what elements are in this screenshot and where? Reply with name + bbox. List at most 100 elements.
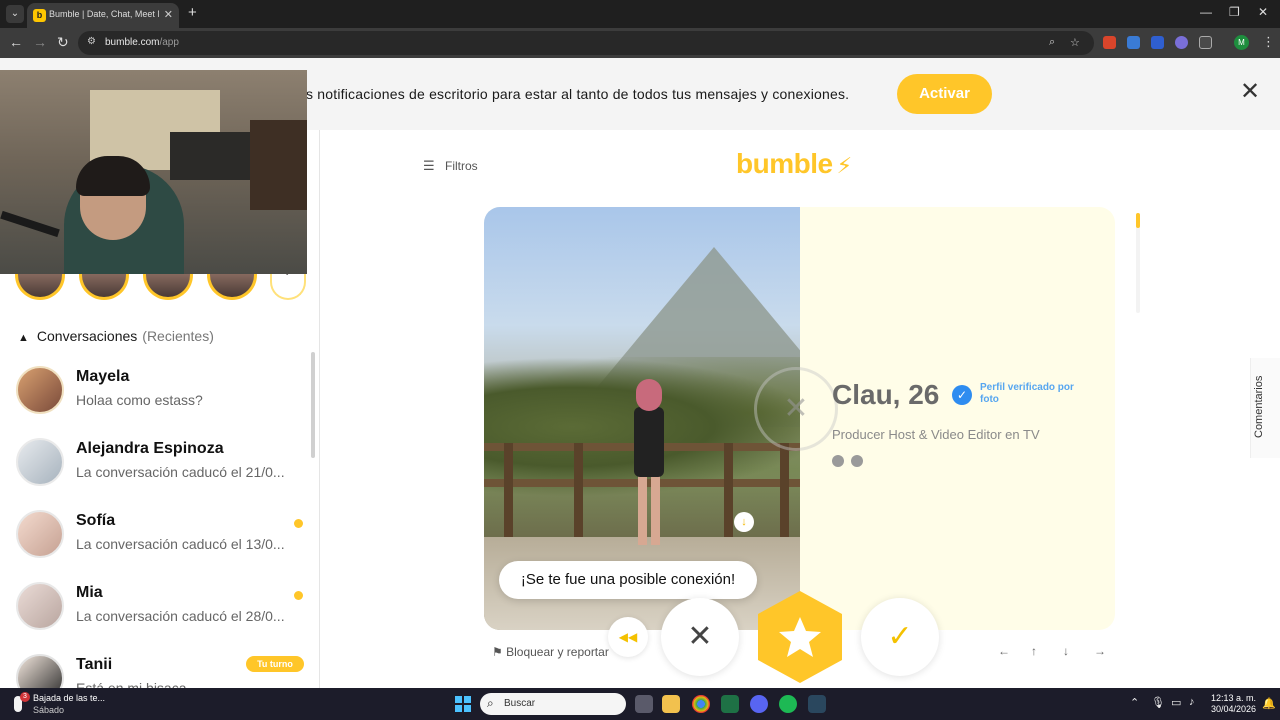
filters-button[interactable]: ☰ Filtros <box>423 158 478 174</box>
back-icon[interactable]: ← <box>9 34 23 50</box>
volume-icon[interactable]: ♪ <box>1189 696 1195 708</box>
conversations-header[interactable]: ▲ Conversaciones (Recientes) <box>18 328 214 344</box>
profile-info: Clau, 26 ✓ Perfil verificado por foto Pr… <box>832 379 1074 467</box>
minimize-icon[interactable]: — <box>1200 5 1212 19</box>
conversation-name: Sofía <box>76 512 116 529</box>
task-view-icon[interactable] <box>635 695 653 713</box>
extension-purple-icon[interactable] <box>1175 36 1188 49</box>
verified-label: Perfil verificado por foto <box>980 382 1074 405</box>
rewind-button[interactable]: ◀◀ <box>608 617 648 657</box>
weather-badge: 3 <box>20 692 30 702</box>
tab-title: Bumble | Date, Chat, Meet New <box>49 9 159 19</box>
tab-list-button[interactable]: ⌄ <box>6 5 24 23</box>
reload-icon[interactable]: ↻ <box>57 34 69 51</box>
url-path: /app <box>159 37 179 48</box>
notifications-bell-icon[interactable]: 🔔 <box>1262 697 1276 710</box>
webcam-overlay <box>0 70 307 274</box>
key-down-hint: ↓ <box>1063 644 1069 658</box>
conversation-item[interactable]: Mayela Holaa como estass? <box>0 366 319 438</box>
pass-button[interactable]: ✕ <box>661 598 739 676</box>
steam-icon[interactable] <box>808 695 826 713</box>
taskbar-clock[interactable]: 12:13 a. m. 30/04/2026 <box>1208 693 1256 715</box>
forward-icon[interactable]: → <box>33 34 47 50</box>
file-explorer-icon[interactable] <box>662 695 680 713</box>
conversations-filter: (Recientes) <box>142 328 214 344</box>
bookmark-star-icon[interactable]: ☆ <box>1070 36 1080 49</box>
tray-chevron-icon[interactable]: ⌃ <box>1130 696 1139 709</box>
spotify-icon <box>851 455 863 467</box>
conversation-message: La conversación caducó el 21/0... <box>76 464 285 480</box>
photo-person-body <box>634 407 664 477</box>
address-bar[interactable]: ⚙ bumble.com/app ⌕ ☆ <box>78 31 1094 55</box>
screen: ⌄ b Bumble | Date, Chat, Meet New ✕ + — … <box>0 0 1280 720</box>
your-turn-badge: Tu turno <box>246 656 304 672</box>
avatar <box>16 366 64 414</box>
avatar <box>16 654 64 688</box>
windows-start-icon[interactable] <box>455 696 471 712</box>
enable-notifications-button[interactable]: Activar <box>897 74 992 114</box>
network-icon[interactable]: ▭ <box>1171 696 1181 709</box>
search-icon: ⌕ <box>487 696 494 710</box>
extension-red-icon[interactable] <box>1103 36 1116 49</box>
conversation-name: Mayela <box>76 368 130 385</box>
sidebar-scrollbar[interactable] <box>311 352 315 458</box>
extension-translate-icon[interactable] <box>1127 36 1140 49</box>
quote-icon <box>832 455 844 467</box>
unread-dot <box>294 519 303 528</box>
rail-post <box>724 443 733 543</box>
banner-close-icon[interactable]: ✕ <box>1240 80 1260 104</box>
conversation-item[interactable]: Sofía La conversación caducó el 13/0... <box>0 510 319 582</box>
superswipe-button[interactable] <box>754 589 846 685</box>
chevron-up-icon: ▲ <box>18 332 29 344</box>
extension-shield-icon[interactable] <box>1151 36 1164 49</box>
like-button[interactable]: ✓ <box>861 598 939 676</box>
clock-time: 12:13 a. m. <box>1210 693 1256 703</box>
key-left-hint: ← <box>998 644 1010 658</box>
key-right-hint: → <box>1094 644 1106 658</box>
weather-title[interactable]: Bajada de las te... <box>33 693 105 703</box>
avatar <box>16 438 64 486</box>
tab-close-icon[interactable]: ✕ <box>164 8 173 21</box>
feedback-tab[interactable]: Comentarios <box>1250 358 1280 458</box>
browser-tab[interactable]: b Bumble | Date, Chat, Meet New ✕ <box>27 3 179 28</box>
browser-menu-icon[interactable]: ⋮ <box>1262 34 1275 50</box>
superswipe-hexagon-icon <box>758 591 842 683</box>
browser-toolbar: ← → ↻ ⚙ bumble.com/app ⌕ ☆ M ⋮ <box>0 28 1280 58</box>
close-window-icon[interactable]: ✕ <box>1258 5 1268 19</box>
rail-post <box>574 443 583 543</box>
weather-subtitle: Sábado <box>33 705 65 715</box>
site-info-icon[interactable]: ⚙ <box>87 36 96 47</box>
conversation-name: Mia <box>76 584 103 601</box>
profile-avatar[interactable]: M <box>1234 35 1249 50</box>
key-up-hint: ↑ <box>1031 644 1037 658</box>
filters-label: Filtros <box>445 159 478 173</box>
microphone-icon[interactable]: 🎙 <box>1151 696 1165 709</box>
photo-progress-track <box>1136 213 1140 313</box>
webcam-cabinet <box>250 120 307 210</box>
restore-icon[interactable]: ❐ <box>1229 5 1240 19</box>
sliders-icon: ☰ <box>423 158 435 173</box>
profile-job: Producer Host & Video Editor en TV <box>832 427 1040 442</box>
bumble-logo[interactable]: bumble ⚡ <box>736 148 852 180</box>
webcam-mic-arm <box>0 210 60 238</box>
conversation-item[interactable]: Mia La conversación caducó el 28/0... <box>0 582 319 654</box>
bumble-favicon-icon: b <box>33 9 46 22</box>
taskbar-search[interactable]: ⌕ Buscar <box>480 693 626 715</box>
block-report-link[interactable]: ⚑ Bloquear y reportar <box>492 645 609 659</box>
photo-person-legs <box>638 475 660 545</box>
conversation-name: Tanii <box>76 656 113 673</box>
logo-text: bumble <box>736 148 833 179</box>
extensions-puzzle-icon[interactable] <box>1199 36 1212 49</box>
conversation-item[interactable]: Tanii Tu turno Está en mi bisaca <box>0 654 319 688</box>
conversation-item[interactable]: Alejandra Espinoza La conversación caduc… <box>0 438 319 510</box>
conversation-name: Alejandra Espinoza <box>76 440 224 457</box>
new-tab-button[interactable]: + <box>188 4 197 21</box>
spotify-app-icon[interactable] <box>779 695 797 713</box>
discord-icon[interactable] <box>750 695 768 713</box>
download-icon[interactable]: ↓ <box>734 512 754 532</box>
zoom-icon[interactable]: ⌕ <box>1049 36 1055 49</box>
chrome-icon[interactable] <box>692 695 710 713</box>
excel-icon[interactable] <box>721 695 739 713</box>
search-label: Buscar <box>504 698 536 709</box>
profile-name-age: Clau, 26 <box>832 379 940 410</box>
